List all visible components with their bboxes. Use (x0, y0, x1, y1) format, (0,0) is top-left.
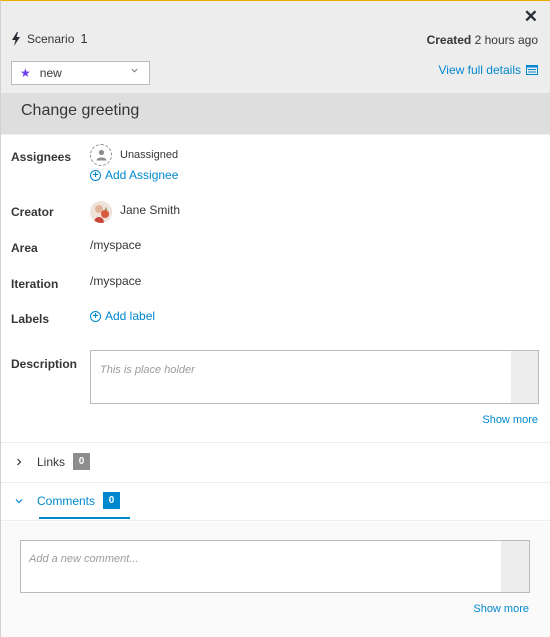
comments-label: Comments (37, 493, 96, 508)
add-assignee-button[interactable]: + Add Assignee (90, 168, 178, 182)
close-icon[interactable]: ✕ (524, 7, 538, 27)
comments-section-toggle[interactable]: Comments 0 (15, 492, 121, 509)
comment-placeholder: Add a new comment... (29, 553, 139, 565)
creator-name: Jane Smith (120, 203, 181, 217)
description-placeholder: This is place holder (100, 364, 195, 376)
comment-input[interactable]: Add a new comment... (20, 540, 530, 593)
created-info: Created 2 hours ago (427, 33, 538, 47)
created-label: Created (426, 33, 472, 47)
chevron-down-icon (15, 498, 23, 503)
work-item-title[interactable]: Change greeting (21, 102, 139, 120)
view-full-details-link[interactable]: View full details (438, 63, 538, 77)
chevron-down-icon (131, 68, 138, 73)
description-label: Description (11, 357, 78, 371)
user-icon (96, 149, 107, 161)
iteration-label: Iteration (11, 277, 59, 291)
work-item-type: Scenario 1 (11, 31, 88, 46)
work-item-number: 1 (80, 31, 88, 46)
links-label: Links (37, 454, 66, 469)
divider (1, 442, 550, 443)
plus-circle-icon: + (90, 169, 101, 181)
labels-label: Labels (11, 312, 50, 326)
work-item-detail-panel: ✕ Scenario 1 Created 2 hours ago ★ new V… (0, 0, 550, 637)
comment-input-side (501, 541, 529, 592)
add-label-button[interactable]: + Add label (90, 309, 155, 323)
star-icon: ★ (20, 66, 31, 80)
iteration-value[interactable]: /myspace (90, 274, 141, 288)
view-full-details-label: View full details (438, 63, 522, 77)
bolt-icon (12, 31, 20, 46)
work-item-type-label: Scenario (27, 31, 75, 46)
assignees-label: Assignees (11, 150, 72, 164)
creator-label: Creator (11, 205, 54, 219)
comments-count-badge: 0 (103, 492, 121, 509)
chevron-right-icon (17, 458, 22, 465)
unassigned-text: Unassigned (120, 149, 179, 161)
details-icon (526, 65, 538, 75)
state-value: new (39, 66, 62, 80)
title-bar: Change greeting (1, 93, 550, 134)
links-count-badge: 0 (73, 453, 91, 470)
panel-header: ✕ Scenario 1 Created 2 hours ago ★ new V… (1, 1, 550, 135)
links-section-toggle[interactable]: Links 0 (15, 453, 91, 470)
description-show-more-link[interactable]: Show more (482, 414, 538, 426)
comments-show-more-link[interactable]: Show more (473, 603, 529, 615)
plus-circle-icon: + (90, 310, 101, 322)
add-assignee-label: Add Assignee (105, 168, 179, 182)
creator-avatar-image (90, 201, 112, 223)
state-dropdown[interactable]: ★ new (11, 61, 150, 85)
area-label: Area (11, 241, 38, 255)
description-editor[interactable]: This is place holder (90, 350, 539, 404)
creator-avatar (90, 201, 112, 223)
description-editor-side (511, 351, 538, 403)
area-value[interactable]: /myspace (90, 238, 141, 252)
add-label-text: Add label (105, 309, 156, 323)
divider (1, 520, 550, 521)
unassigned-avatar (90, 144, 112, 166)
divider (1, 482, 550, 483)
comments-tab-underline (39, 517, 130, 519)
created-time: 2 hours ago (474, 33, 538, 47)
